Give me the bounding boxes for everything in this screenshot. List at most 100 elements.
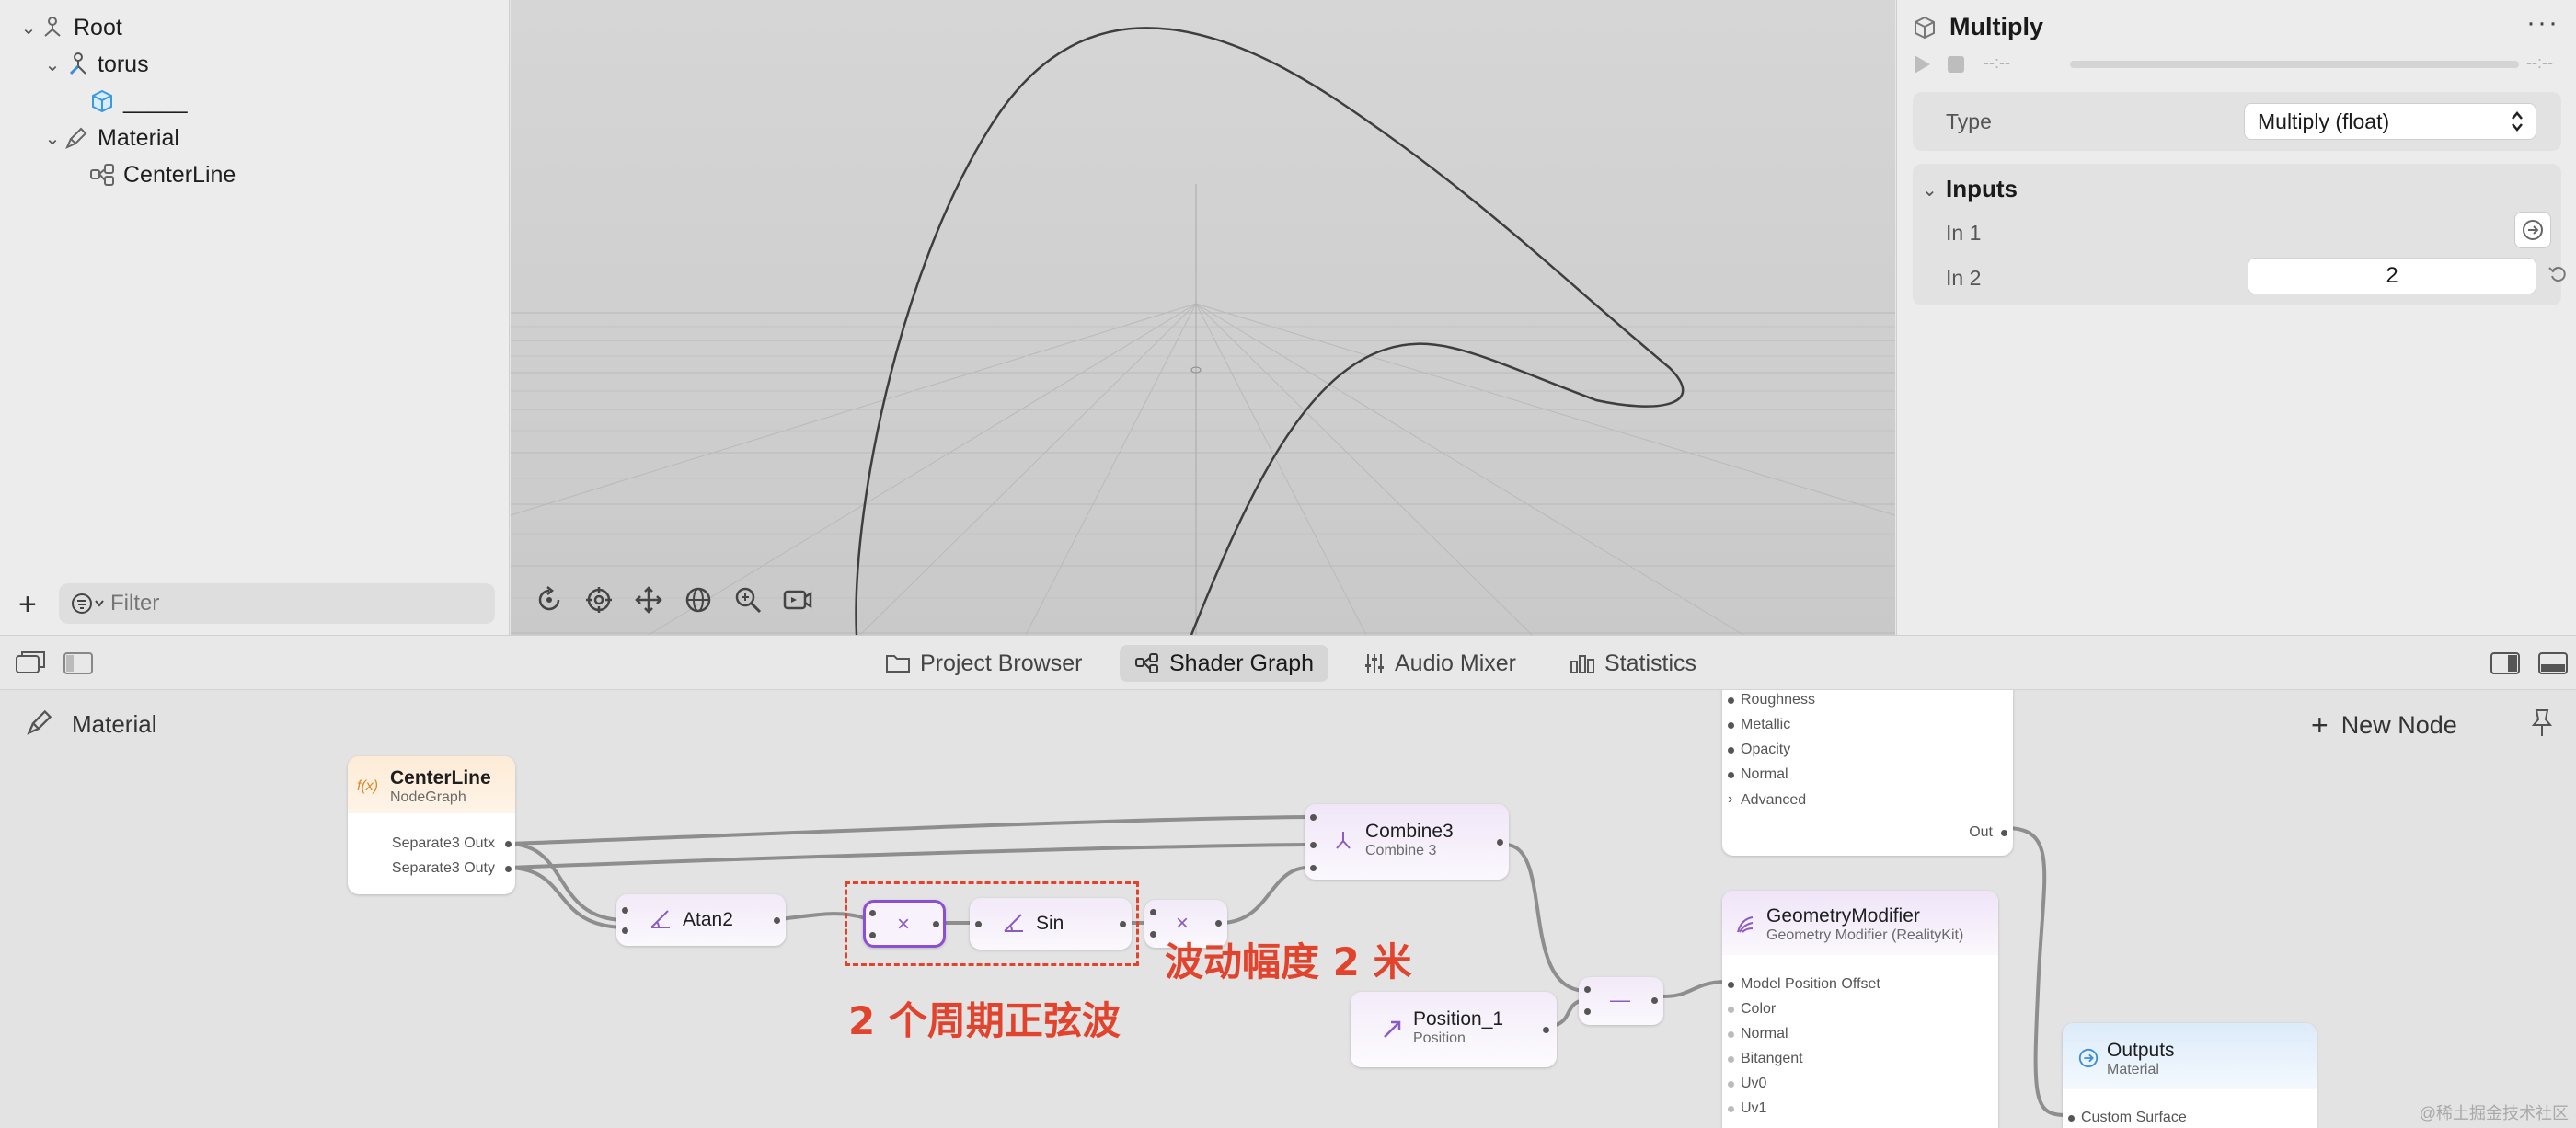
node-graph-icon [1135,653,1158,673]
input-port[interactable] [1728,747,1734,754]
play-icon[interactable] [1912,53,1932,80]
chevron-right-icon[interactable]: › [1728,791,1732,808]
add-entity-button[interactable]: + [18,589,37,620]
type-select[interactable]: Multiply (float) [2244,103,2536,140]
tree-item-centerline[interactable]: CenterLine [88,156,236,193]
tree-item-root[interactable]: ⌄ Root [18,9,122,46]
node-combine3[interactable]: Combine3 Combine 3 [1305,804,1509,880]
input-port[interactable] [975,921,982,927]
node-sin[interactable]: Sin [970,898,1132,950]
port-uv1: Uv1 [1741,1100,1767,1116]
output-port[interactable] [2001,830,2007,836]
port-normal: Normal [1741,766,1788,782]
tab-shader-graph[interactable]: Shader Graph [1120,645,1329,682]
input-port[interactable] [1728,1081,1734,1088]
input-port[interactable] [1584,986,1591,993]
reset-icon[interactable] [2547,263,2568,288]
input-port[interactable] [1728,1056,1734,1063]
input-port[interactable] [1728,772,1734,778]
port-advanced[interactable]: Advanced [1741,792,1806,809]
shader-graph-canvas[interactable]: Material + New Node f(x) CenterLine Node… [0,690,2576,1128]
port-bitangent: Bitangent [1741,1051,1803,1066]
input-port[interactable] [1150,909,1156,915]
annotation-amplitude: 波动幅度 2 米 [1165,939,1412,984]
node-title: Combine3 [1365,821,1454,842]
input-port[interactable] [1728,1007,1734,1013]
tree-item-label: CenterLine [123,161,236,188]
node-title: GeometryModifier [1766,905,1920,927]
app-window: ⌄ Root ⌄ torus _____ ⌄ Material CenterLi… [0,0,2576,1128]
node-title: Outputs [2107,1040,2175,1061]
chevron-down-icon[interactable]: ⌄ [42,53,63,76]
input-port[interactable] [1728,697,1734,704]
node-atan2[interactable]: Atan2 [616,894,786,946]
tab-project-browser[interactable]: Project Browser [870,645,1097,682]
sidebar-toggle-icon[interactable] [63,650,94,681]
editor-tab-bar: Project Browser Shader Graph Audio Mixer… [0,635,2576,690]
in2-field[interactable]: 2 [2248,258,2536,294]
node-position[interactable]: Position_1 Position [1351,992,1557,1067]
tree-item-mesh[interactable]: _____ [88,83,188,120]
up-down-chevron-icon [2510,109,2524,139]
node-title: Sin [1036,913,1064,934]
type-label: Type [1946,109,1992,133]
filter-input[interactable] [110,591,442,616]
move-icon[interactable] [628,580,669,620]
output-port[interactable] [1543,1027,1549,1033]
output-port[interactable] [1497,839,1503,846]
input-port[interactable] [1728,1106,1734,1112]
bottom-panel-toggle-icon[interactable] [2537,650,2569,681]
target-icon[interactable] [579,580,619,620]
input-port[interactable] [2068,1115,2075,1122]
globe-icon[interactable] [678,580,719,620]
port-uv0: Uv0 [1741,1076,1767,1091]
filter-field[interactable] [59,583,495,624]
sliders-icon [1365,654,1384,673]
orbit-icon[interactable] [529,580,569,620]
inputs-header: Inputs [1946,175,2018,202]
input-port[interactable] [1728,1031,1734,1038]
tab-statistics[interactable]: Statistics [1555,645,1711,682]
input-port[interactable] [622,927,628,934]
node-geometry-modifier[interactable]: GeometryModifier Geometry Modifier (Real… [1722,891,1998,1128]
stop-icon[interactable] [1947,55,1965,78]
node-outputs[interactable]: Outputs Material Custom Surface [2063,1023,2317,1128]
input-port[interactable] [1584,1008,1591,1015]
zoom-icon[interactable] [728,580,768,620]
camera-icon[interactable] [777,580,818,620]
input-port[interactable] [1310,865,1317,871]
chevron-down-icon[interactable]: ⌄ [18,17,39,40]
3d-viewport[interactable] [511,0,1895,635]
output-port[interactable] [1120,921,1126,927]
cube-outline-icon [1912,15,1938,45]
filter-menu-icon[interactable] [68,593,110,615]
windows-icon[interactable] [15,650,46,681]
input-port[interactable] [1150,931,1156,938]
inspector-toggle-icon[interactable] [2490,650,2521,681]
output-port[interactable] [1215,920,1222,927]
node-subtract[interactable]: — [1579,977,1663,1025]
node-centerline[interactable]: f(x) CenterLine NodeGraph Separate3 Outx… [348,756,515,894]
tree-item-label: _____ [123,87,188,114]
tab-audio-mixer[interactable]: Audio Mixer [1349,645,1531,682]
output-port[interactable] [774,917,780,924]
in1-label: In 1 [1946,221,1982,245]
input-port[interactable] [1728,982,1734,988]
connect-input-button[interactable] [2514,212,2551,248]
output-port[interactable] [505,866,512,872]
angle-icon [1003,913,1025,938]
input-port[interactable] [1310,842,1317,848]
tree-item-material[interactable]: ⌄ Material [42,120,179,156]
chevron-down-icon[interactable]: ⌄ [42,127,63,150]
input-port[interactable] [622,907,628,914]
port-separate3-outy: Separate3 Outy [391,860,495,876]
input-port[interactable] [1728,722,1734,729]
output-port[interactable] [505,841,512,847]
node-surface[interactable]: Roughness Metallic Opacity Normal › Adva… [1722,690,2013,856]
more-options-button[interactable]: ··· [2526,7,2559,39]
chevron-down-icon[interactable]: ⌄ [1922,178,1938,201]
tree-item-torus[interactable]: ⌄ torus [42,46,149,83]
timeline-scrubber[interactable] [2070,61,2519,68]
input-port[interactable] [1310,814,1317,821]
output-port[interactable] [1651,997,1658,1004]
